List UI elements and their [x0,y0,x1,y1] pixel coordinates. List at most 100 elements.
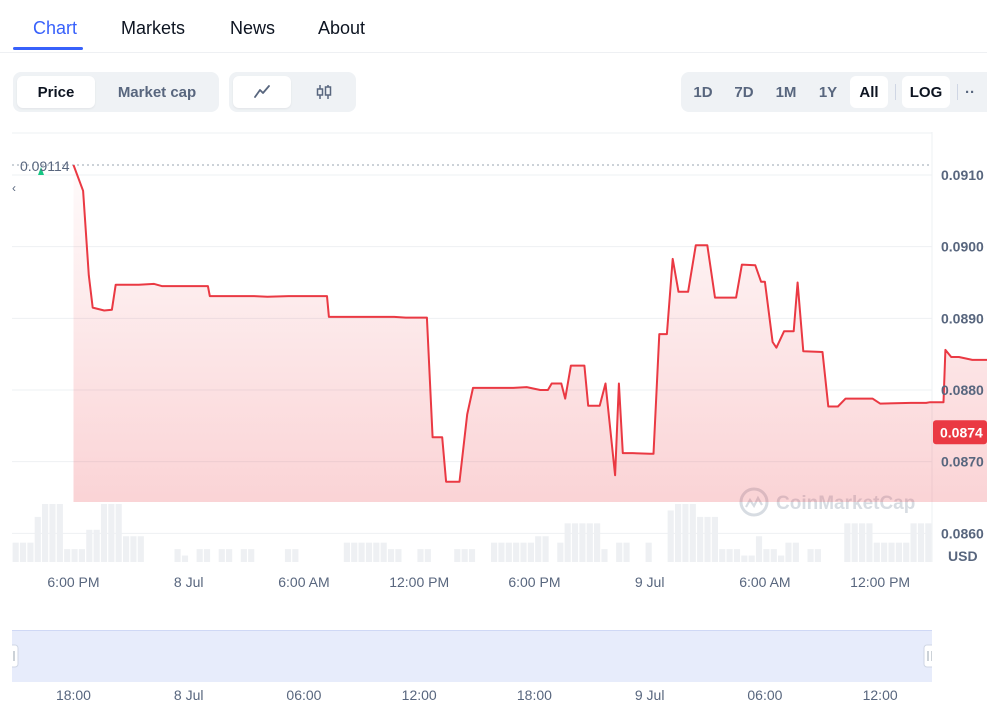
volume-bar [917,523,925,562]
line-chart-icon [254,85,270,98]
volume-bar [859,523,866,562]
navigator-left-handle[interactable] [5,644,19,668]
volume-bar [380,542,387,562]
volume-bar [571,523,579,562]
volume-bar [365,542,373,562]
volume-bar [542,536,549,562]
range-navigator[interactable] [5,630,937,682]
volume-bar [115,504,122,562]
range-1y-button[interactable]: 1Y [807,76,849,108]
market-cap-button[interactable]: Market cap [101,76,213,108]
volume-bar [719,549,726,562]
volume-bar [351,542,358,562]
log-scale-button[interactable]: LOG [902,76,950,108]
volume-bar [785,542,792,562]
volume-bar [579,523,586,562]
volume-bar [100,504,108,562]
range-selector: 1D 7D 1M 1Y All LOG ·· [681,72,987,112]
volume-bar [292,549,299,562]
volume-bar [866,523,873,562]
navigator-selection [12,630,932,682]
volume-bar [733,549,741,562]
range-7d-button[interactable]: 7D [723,76,765,108]
volume-bar [56,504,63,562]
y-tick-label: 0.0900 [941,239,984,255]
volume-bar [491,542,498,562]
price-chart-svg: CoinMarketCap 0.09100.09000.08900.08800.… [12,132,987,590]
more-options-button[interactable]: ·· [965,76,987,108]
volume-bar [667,510,674,562]
volume-bar [137,536,144,562]
volume-bar [844,523,851,562]
volume-bar [910,523,917,562]
tab-news[interactable]: News [230,18,275,39]
range-all-button[interactable]: All [850,76,888,108]
current-price-label: 0.0874 [940,424,983,440]
volume-bar [851,523,858,562]
tab-markets[interactable]: Markets [121,18,185,39]
line-chart-button[interactable] [233,76,291,108]
navigator-tick-label: 9 Jul [635,687,665,703]
volume-bar [814,549,821,562]
price-chart[interactable]: CoinMarketCap 0.0910 0.0900 0.0890 0.0880 0.… [12,132,987,592]
volume-bar [711,516,718,562]
x-tick-label: 12:00 PM [389,574,449,590]
volume-bar [925,523,932,562]
volume-bar [741,555,748,562]
volume-bar [763,549,770,562]
volume-bar [19,542,27,562]
x-axis-ticks: 6:00 PM 8 Jul 6:00 AM 12:00 PM 6:00 PM 9 Jul 6… [47,574,910,590]
range-1m-button[interactable]: 1M [765,76,807,108]
tab-about[interactable]: About [318,18,365,39]
navigator-left-handle-box[interactable] [5,644,19,668]
volume-bar [778,555,785,562]
volume-bar [881,542,888,562]
volume-bar [454,549,461,562]
volume-bar [226,549,233,562]
price-button[interactable]: Price [17,76,95,108]
volume-bar [748,555,755,562]
metric-toggle: Price Market cap [13,72,219,112]
tab-chart[interactable]: Chart [33,18,77,39]
volume-bar [586,523,593,562]
volume-bar [123,536,130,562]
volume-bar [86,529,93,562]
volume-bar [623,542,630,562]
volume-bar [358,542,365,562]
y-tick-label: 0.0860 [941,525,984,541]
volume-bar [726,549,733,562]
volume-bar [594,523,601,562]
volume-bar [557,542,564,562]
navigator-tick-label: 06:00 [286,687,321,703]
navigator-tick-label: 8 Jul [174,687,204,703]
x-tick-label: 6:00 PM [508,574,560,590]
y-tick-label: 0.0880 [941,382,984,398]
volume-bar [704,516,711,562]
active-tab-indicator [13,47,83,50]
volume-bar [108,504,115,562]
volume-bar [284,549,292,562]
volume-bar [203,549,211,562]
volume-bar [196,549,203,562]
volume-bar [71,549,78,562]
volume-bar [498,542,505,562]
open-price-pointer-icon: ‹ [12,181,16,195]
candlestick-button[interactable] [295,76,353,108]
volume-bar [417,549,424,562]
volume-bar [682,504,689,562]
volume-bar [468,549,476,562]
volume-bar [527,542,534,562]
x-tick-label: 6:00 AM [739,574,790,590]
x-tick-label: 6:00 AM [278,574,329,590]
range-1d-button[interactable]: 1D [683,76,723,108]
x-tick-label: 6:00 PM [47,574,99,590]
volume-bar [770,549,777,562]
volume-bar [27,542,34,562]
volume-bar [645,542,652,562]
navigator-tick-label: 12:00 [863,687,898,703]
volume-bar [12,542,19,562]
volume-bar [343,542,350,562]
volume-bar [78,549,85,562]
price-area-fill [73,165,987,502]
navigator-right-handle[interactable] [923,644,937,668]
